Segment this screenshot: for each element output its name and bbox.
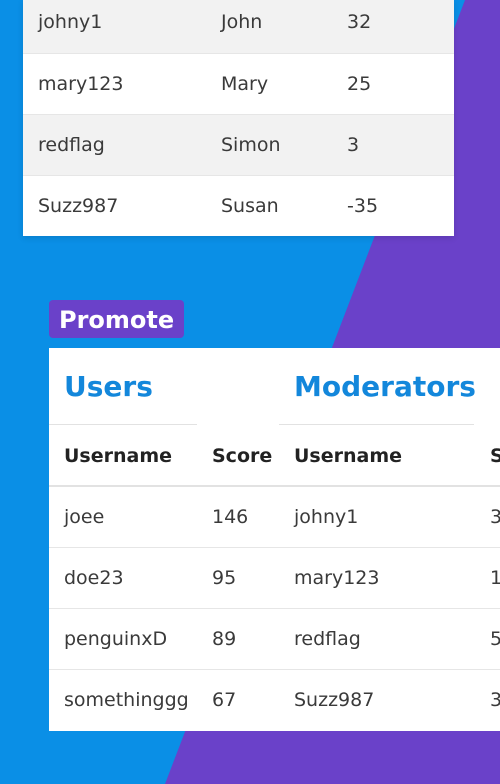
table-header-row: Username Score Username S: [49, 425, 500, 487]
username-cell: Suzz987: [38, 195, 119, 217]
moderator-score-cell: 5: [490, 628, 500, 650]
user-username-cell: joee: [64, 506, 105, 528]
user-username-cell: somethinggg: [64, 689, 189, 711]
table-row[interactable]: johny1 John 32: [23, 0, 454, 53]
moderator-username-cell: mary123: [294, 567, 380, 589]
user-username-cell: doe23: [64, 567, 124, 589]
user-score-cell: 89: [212, 628, 237, 650]
user-score-cell: 146: [212, 506, 249, 528]
age-cell: 32: [347, 11, 372, 33]
table-row[interactable]: penguinxD 89 redflag 5: [49, 609, 500, 670]
name-cell: Simon: [221, 134, 281, 156]
age-cell: 3: [347, 134, 360, 156]
user-score-cell: 95: [212, 567, 237, 589]
user-username-cell: penguinxD: [64, 628, 168, 650]
table-row[interactable]: joee 146 johny1 3: [49, 487, 500, 548]
name-cell: Mary: [221, 73, 269, 95]
moderators-section-title: Moderators: [294, 370, 476, 403]
username-cell: johny1: [38, 11, 103, 33]
username-cell: mary123: [38, 73, 124, 95]
moderator-score-cell: 3: [490, 506, 500, 528]
name-cell: John: [221, 11, 263, 33]
moderator-username-cell: Suzz987: [294, 689, 375, 711]
moderator-score-cell: 1: [490, 567, 500, 589]
user-details-table: johny1 John 32 mary123 Mary 25 redflag S…: [23, 0, 454, 236]
moderator-username-cell: redflag: [294, 628, 361, 650]
table-row[interactable]: somethinggg 67 Suzz987 3: [49, 670, 500, 731]
user-score-cell: 67: [212, 689, 237, 711]
users-section-title: Users: [64, 370, 153, 403]
age-cell: -35: [347, 195, 379, 217]
table-row[interactable]: redflag Simon 3: [23, 114, 454, 175]
username-cell: redflag: [38, 134, 105, 156]
promote-panel: Users Moderators Username Score Username…: [49, 348, 500, 731]
moderator-username-cell: johny1: [294, 506, 359, 528]
users-score-header[interactable]: Score: [212, 425, 272, 487]
moderators-username-header[interactable]: Username: [294, 425, 402, 487]
table-row[interactable]: mary123 Mary 25: [23, 53, 454, 114]
moderators-score-header[interactable]: S: [490, 425, 500, 487]
name-cell: Susan: [221, 195, 279, 217]
table-row[interactable]: doe23 95 mary123 1: [49, 548, 500, 609]
age-cell: 25: [347, 73, 372, 95]
users-username-header[interactable]: Username: [64, 425, 172, 487]
table-row[interactable]: Suzz987 Susan -35: [23, 175, 454, 236]
moderator-score-cell: 3: [490, 689, 500, 711]
promote-button[interactable]: Promote: [49, 300, 185, 338]
